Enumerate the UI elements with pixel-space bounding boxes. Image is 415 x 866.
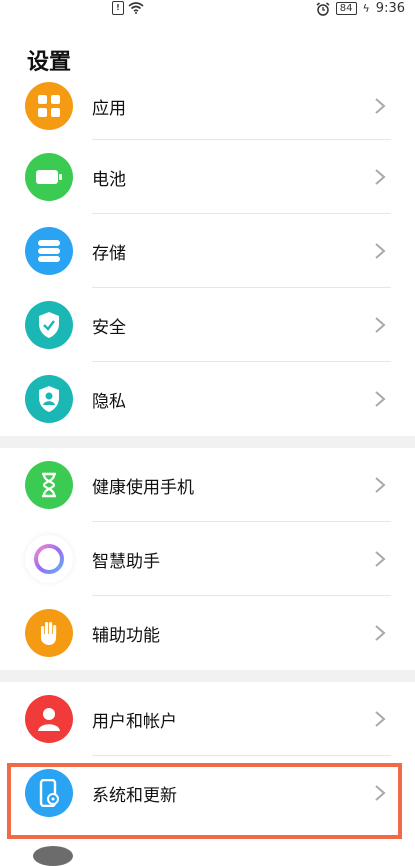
chevron-right-icon (375, 625, 386, 641)
settings-item-users-accounts[interactable]: 用户和帐户 (0, 682, 415, 756)
battery-icon (25, 153, 73, 201)
status-right: 84 ϟ 9:36 (316, 1, 405, 16)
chevron-right-icon (375, 169, 386, 185)
settings-item-storage[interactable]: 存储 (0, 214, 415, 288)
settings-item-privacy[interactable]: 隐私 (0, 362, 415, 436)
settings-list: 应用 电池 存储 安全 隐私 健康使用手机 智慧助手 辅助功能 用户和帐户 系统… (0, 72, 415, 830)
settings-item-digital-balance[interactable]: 健康使用手机 (0, 448, 415, 522)
settings-item-label: 安全 (92, 317, 126, 338)
wifi-icon (128, 2, 144, 14)
settings-item-security[interactable]: 安全 (0, 288, 415, 362)
storage-icon (25, 227, 73, 275)
settings-group-1: 应用 电池 存储 安全 隐私 (0, 72, 415, 436)
apps-grid-icon (25, 82, 73, 130)
sim-icon: ! (112, 1, 124, 15)
chevron-right-icon (375, 551, 386, 567)
chevron-right-icon (375, 243, 386, 259)
settings-item-label: 应用 (92, 98, 126, 119)
settings-item-label: 智慧助手 (92, 551, 160, 572)
chevron-right-icon (375, 477, 386, 493)
settings-item-apps[interactable]: 应用 (0, 72, 415, 140)
status-bar: ! 84 ϟ 9:36 (0, 0, 415, 18)
settings-item-label: 电池 (92, 169, 126, 190)
settings-item-label: 辅助功能 (92, 625, 160, 646)
hourglass-icon (25, 461, 73, 509)
privacy-icon (25, 375, 73, 423)
clock-time: 9:36 (375, 1, 405, 16)
settings-item-battery[interactable]: 电池 (0, 140, 415, 214)
shield-check-icon (25, 301, 73, 349)
status-left: ! (112, 1, 144, 15)
selection-highlight-box (7, 763, 402, 839)
chevron-right-icon (375, 98, 386, 114)
chevron-right-icon (375, 711, 386, 727)
next-item-icon-partial (33, 846, 73, 866)
chevron-right-icon (375, 317, 386, 333)
charging-icon: ϟ (362, 2, 370, 15)
group-divider (0, 670, 415, 682)
settings-item-label: 隐私 (92, 391, 126, 412)
settings-item-accessibility[interactable]: 辅助功能 (0, 596, 415, 670)
settings-group-2: 健康使用手机 智慧助手 辅助功能 (0, 448, 415, 670)
user-icon (25, 695, 73, 743)
settings-item-label: 存储 (92, 243, 126, 264)
settings-item-label: 用户和帐户 (92, 711, 177, 732)
settings-item-label: 健康使用手机 (92, 477, 194, 498)
battery-indicator: 84 (335, 2, 357, 15)
assistant-ring-icon (25, 535, 73, 583)
alarm-clock-icon (316, 1, 330, 16)
hand-icon (25, 609, 73, 657)
chevron-right-icon (375, 391, 386, 407)
settings-item-smart-assistant[interactable]: 智慧助手 (0, 522, 415, 596)
group-divider (0, 436, 415, 448)
